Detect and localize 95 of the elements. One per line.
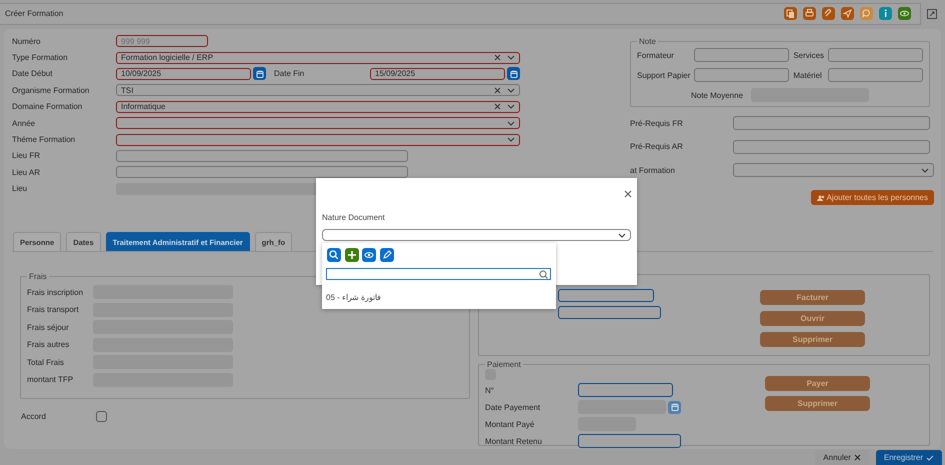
field-label: Montant Retenu xyxy=(485,436,542,446)
field-label: Support Papier xyxy=(637,70,690,80)
field-label: montant TFP xyxy=(27,375,74,384)
add-button[interactable] xyxy=(344,248,358,262)
field-label: Date Fin xyxy=(273,69,306,78)
input-field[interactable] xyxy=(828,68,923,82)
field-label: Services xyxy=(793,50,824,60)
paperclip-icon[interactable] xyxy=(822,7,835,20)
select-field[interactable]: TSI xyxy=(116,84,520,96)
input-field[interactable] xyxy=(828,48,923,62)
field-label: Théme Formation xyxy=(12,135,76,144)
input-field[interactable] xyxy=(578,383,673,397)
input-field[interactable] xyxy=(578,434,681,448)
field-label: Total Frais xyxy=(27,358,65,367)
calendar-icon xyxy=(510,70,518,78)
chevron-icon xyxy=(921,168,929,172)
restore-icon[interactable] xyxy=(927,8,937,18)
field-label: at Formation xyxy=(630,166,676,174)
select-field[interactable] xyxy=(116,117,520,130)
date-field[interactable]: 10/09/2025 xyxy=(116,68,251,80)
field-label: Formateur xyxy=(637,50,675,60)
field-label: Note Moyenne xyxy=(690,90,744,100)
calendar-button[interactable] xyxy=(507,67,520,80)
calendar-icon xyxy=(256,70,264,78)
field-label: Frais inscription xyxy=(27,288,84,296)
comment-icon[interactable] xyxy=(860,7,873,20)
view-button[interactable] xyxy=(362,248,376,262)
chevron-icon xyxy=(507,88,515,93)
check-icon xyxy=(926,454,934,460)
eye-icon[interactable] xyxy=(898,7,911,20)
input-field[interactable] xyxy=(733,116,930,130)
input-field[interactable] xyxy=(694,48,790,62)
calendar-icon xyxy=(670,403,678,411)
close-icon xyxy=(854,454,861,461)
field-label: Lieu AR xyxy=(12,168,42,177)
input-field[interactable] xyxy=(558,306,661,319)
group-legend: Frais xyxy=(27,272,49,281)
field-label: Pré-Requis FR xyxy=(630,118,684,128)
select-field[interactable]: Informatique xyxy=(116,100,520,113)
group-legend: Paiement xyxy=(485,360,523,369)
field-label: Nature Document xyxy=(322,213,386,222)
select-field[interactable]: Formation logicielle / ERP xyxy=(116,52,520,64)
field-label: N° xyxy=(485,386,494,394)
cancel-button[interactable]: Annuler xyxy=(815,450,869,465)
chevron-icon xyxy=(618,232,626,238)
field-label: Montant Payé xyxy=(485,420,534,428)
field-label: Numéro xyxy=(12,36,42,46)
calendar-button[interactable] xyxy=(253,67,266,80)
field-label: Date Payement xyxy=(485,402,540,412)
clear-icon[interactable] xyxy=(494,86,501,94)
info-icon[interactable] xyxy=(879,7,892,20)
calendar-button[interactable] xyxy=(668,400,681,414)
window-title: Créer Formation xyxy=(5,9,64,18)
close-icon[interactable] xyxy=(624,190,632,198)
add-all-button[interactable]: Ajouter toutes les personnes xyxy=(810,190,934,205)
field-label: Lieu xyxy=(12,184,28,194)
search-field[interactable] xyxy=(326,268,551,280)
field-label: Date Début xyxy=(12,69,54,78)
search-button[interactable] xyxy=(327,248,341,262)
field-label: Accord xyxy=(21,412,47,421)
clear-icon[interactable] xyxy=(494,54,501,62)
field-label: Année xyxy=(12,118,36,128)
save-button[interactable]: Enregistrer xyxy=(876,450,942,465)
input-field[interactable] xyxy=(116,166,408,178)
people-icon xyxy=(816,194,825,200)
chevron-icon xyxy=(507,137,515,142)
field-label: Frais transport xyxy=(27,305,80,314)
send-icon[interactable] xyxy=(841,7,854,20)
field-label: Lieu FR xyxy=(12,151,42,160)
select-field[interactable] xyxy=(322,229,631,241)
search-icon xyxy=(539,270,548,278)
field-label: Pré-Requis AR xyxy=(630,142,684,151)
input-field[interactable] xyxy=(116,150,408,162)
edit-button[interactable] xyxy=(380,248,394,262)
documents-icon[interactable] xyxy=(784,7,797,20)
input-field[interactable] xyxy=(558,289,654,302)
select-field[interactable] xyxy=(116,134,520,146)
checkbox[interactable] xyxy=(96,410,107,422)
field-label: Type Formation xyxy=(12,53,69,62)
chevron-icon xyxy=(507,120,515,126)
field-label: Frais séjour xyxy=(27,322,70,332)
field-label: Matériel xyxy=(793,70,823,80)
field-label: Domaine Formation xyxy=(12,102,84,112)
date-field[interactable]: 15/09/2025 xyxy=(370,68,505,80)
chevron-icon xyxy=(507,55,515,60)
chevron-icon xyxy=(507,104,515,110)
field-label: Frais autres xyxy=(27,340,70,350)
dropdown-option[interactable]: فاتورة شراء - 05 xyxy=(326,293,382,302)
input-field[interactable] xyxy=(733,140,930,154)
print-icon[interactable] xyxy=(803,7,816,20)
group-legend: Note xyxy=(637,37,658,46)
clear-icon[interactable] xyxy=(494,103,501,110)
input-field[interactable] xyxy=(694,68,790,82)
field-label: Organisme Formation xyxy=(12,86,90,95)
select-field[interactable] xyxy=(733,163,934,177)
